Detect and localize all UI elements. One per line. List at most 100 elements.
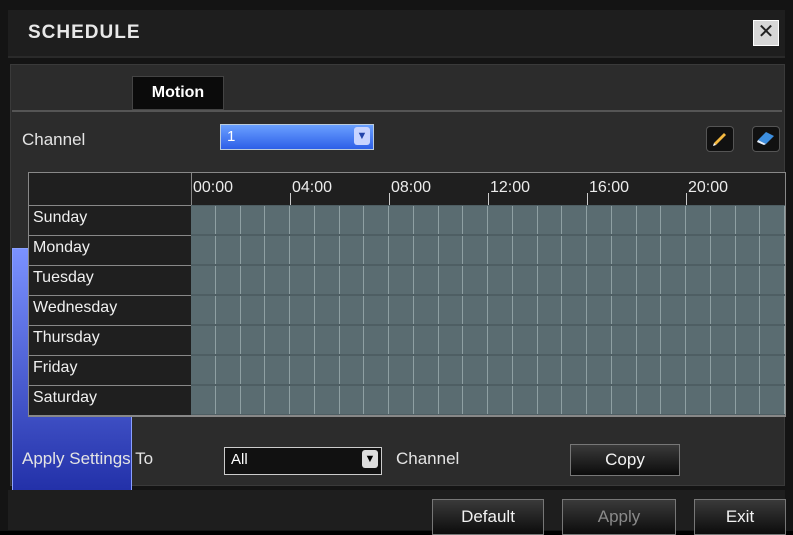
schedule-slot[interactable] (562, 206, 587, 234)
schedule-slot[interactable] (710, 296, 736, 324)
schedule-slot[interactable] (710, 266, 736, 294)
schedule-slot[interactable] (611, 386, 637, 414)
schedule-slot[interactable] (488, 386, 513, 414)
schedule-slot[interactable] (710, 236, 736, 264)
schedule-slot[interactable] (562, 236, 587, 264)
schedule-slot[interactable] (760, 266, 785, 294)
schedule-slot[interactable] (760, 206, 785, 234)
schedule-slot[interactable] (389, 266, 414, 294)
schedule-slot[interactable] (364, 206, 389, 234)
schedule-slot[interactable] (339, 386, 365, 414)
schedule-slot[interactable] (364, 296, 389, 324)
schedule-slot[interactable] (191, 326, 216, 354)
schedule-slot[interactable] (215, 356, 241, 384)
schedule-slot[interactable] (587, 266, 612, 294)
schedule-slot[interactable] (735, 236, 761, 264)
schedule-slot[interactable] (537, 296, 563, 324)
schedule-slot[interactable] (290, 326, 315, 354)
schedule-slot[interactable] (290, 296, 315, 324)
schedule-slot[interactable] (339, 296, 365, 324)
schedule-slot[interactable] (562, 386, 587, 414)
schedule-slot[interactable] (364, 386, 389, 414)
schedule-slot[interactable] (686, 206, 711, 234)
schedule-slot[interactable] (735, 386, 761, 414)
schedule-slot[interactable] (265, 206, 290, 234)
schedule-slot[interactable] (735, 356, 761, 384)
schedule-slot[interactable] (438, 266, 464, 294)
schedule-slot[interactable] (265, 296, 290, 324)
schedule-slot[interactable] (735, 266, 761, 294)
schedule-slot[interactable] (661, 386, 686, 414)
schedule-slot[interactable] (265, 326, 290, 354)
pencil-icon[interactable] (706, 126, 734, 152)
schedule-slot[interactable] (438, 386, 464, 414)
schedule-slot[interactable] (760, 326, 785, 354)
schedule-slot[interactable] (463, 206, 488, 234)
schedule-slot[interactable] (240, 326, 266, 354)
schedule-slot[interactable] (389, 236, 414, 264)
schedule-slot[interactable] (339, 206, 365, 234)
schedule-slot[interactable] (661, 236, 686, 264)
schedule-slot[interactable] (512, 236, 538, 264)
schedule-slot[interactable] (314, 296, 340, 324)
schedule-slot[interactable] (463, 356, 488, 384)
schedule-slot[interactable] (488, 266, 513, 294)
schedule-slot[interactable] (611, 356, 637, 384)
schedule-slot[interactable] (389, 206, 414, 234)
eraser-icon[interactable] (752, 126, 780, 152)
schedule-slot[interactable] (339, 236, 365, 264)
schedule-slot[interactable] (488, 326, 513, 354)
schedule-slot[interactable] (636, 386, 662, 414)
schedule-slot[interactable] (290, 266, 315, 294)
schedule-slot[interactable] (512, 326, 538, 354)
exit-button[interactable]: Exit (694, 499, 786, 535)
schedule-slot[interactable] (314, 206, 340, 234)
schedule-slot[interactable] (562, 356, 587, 384)
copy-button[interactable]: Copy (570, 444, 680, 476)
schedule-slot[interactable] (760, 386, 785, 414)
schedule-slot[interactable] (265, 356, 290, 384)
schedule-slot[interactable] (512, 356, 538, 384)
schedule-slot[interactable] (587, 296, 612, 324)
schedule-slot[interactable] (735, 206, 761, 234)
schedule-slot[interactable] (710, 356, 736, 384)
schedule-slot[interactable] (413, 236, 439, 264)
schedule-slot[interactable] (562, 296, 587, 324)
schedule-slot[interactable] (562, 326, 587, 354)
schedule-slot[interactable] (686, 326, 711, 354)
schedule-slot[interactable] (290, 386, 315, 414)
schedule-slot[interactable] (488, 356, 513, 384)
schedule-slot[interactable] (512, 386, 538, 414)
schedule-slot[interactable] (636, 266, 662, 294)
schedule-slot[interactable] (438, 206, 464, 234)
schedule-slot[interactable] (537, 356, 563, 384)
schedule-slot[interactable] (314, 326, 340, 354)
schedule-slot[interactable] (215, 236, 241, 264)
schedule-slot[interactable] (611, 326, 637, 354)
close-icon[interactable]: ✕ (753, 20, 779, 46)
schedule-slot[interactable] (463, 386, 488, 414)
schedule-slot[interactable] (314, 356, 340, 384)
schedule-slot[interactable] (488, 206, 513, 234)
schedule-slot[interactable] (364, 236, 389, 264)
schedule-slot[interactable] (636, 356, 662, 384)
schedule-slot[interactable] (413, 206, 439, 234)
schedule-slot[interactable] (537, 266, 563, 294)
schedule-slot[interactable] (636, 236, 662, 264)
schedule-slot[interactable] (587, 326, 612, 354)
schedule-slot[interactable] (215, 326, 241, 354)
schedule-slot[interactable] (760, 296, 785, 324)
schedule-slot[interactable] (686, 266, 711, 294)
schedule-slot[interactable] (661, 356, 686, 384)
schedule-slot[interactable] (191, 386, 216, 414)
schedule-slot[interactable] (240, 356, 266, 384)
schedule-slot[interactable] (760, 236, 785, 264)
schedule-slot[interactable] (512, 296, 538, 324)
schedule-slot[interactable] (636, 206, 662, 234)
schedule-slot[interactable] (191, 356, 216, 384)
schedule-slot[interactable] (636, 326, 662, 354)
schedule-slot[interactable] (215, 266, 241, 294)
schedule-slot[interactable] (587, 206, 612, 234)
schedule-slot[interactable] (413, 266, 439, 294)
schedule-slot[interactable] (364, 326, 389, 354)
